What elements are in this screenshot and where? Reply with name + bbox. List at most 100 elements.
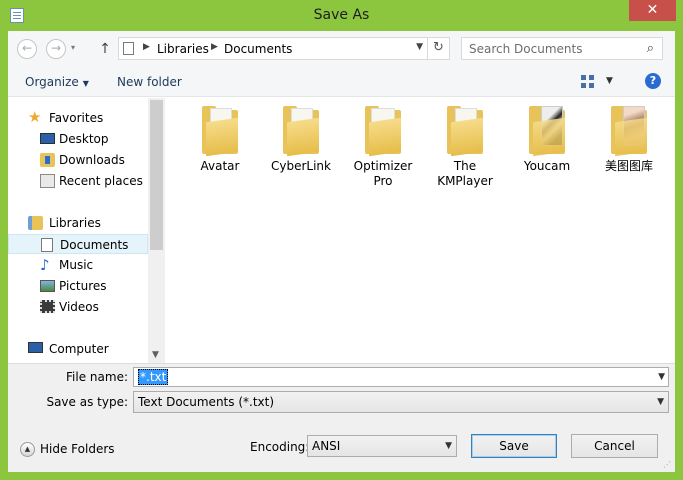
navigation-pane: ★ Favorites Desktop Downloads Recent pla…	[8, 98, 165, 363]
file-name-input[interactable]: *.txt ▼	[133, 367, 669, 387]
hide-folders-icon[interactable]: ▲	[20, 442, 35, 457]
breadcrumb-documents[interactable]: Documents	[224, 42, 292, 56]
chevron-down-icon: ▼	[657, 397, 664, 407]
star-icon: ★	[28, 108, 42, 126]
search-input[interactable]: Search Documents ⌕	[461, 37, 663, 60]
nav-item-label: Favorites	[49, 111, 104, 125]
folder-item-meitu-gallery[interactable]: 美图图库	[591, 98, 667, 193]
folder-name: The KMPlayer	[437, 159, 493, 188]
folder-name: Optimizer Pro	[353, 159, 413, 188]
address-bar[interactable]: ▶ Libraries ▶ Documents ▼ ↻	[118, 37, 450, 60]
nav-item-label: Desktop	[59, 132, 109, 146]
nav-item-label: Videos	[59, 300, 99, 314]
resize-grip-icon[interactable]: ⋰	[663, 460, 673, 470]
desktop-icon	[40, 133, 55, 144]
breadcrumb-separator-icon[interactable]: ▶	[211, 42, 218, 52]
nav-item-documents[interactable]: Documents	[8, 234, 148, 254]
folder-item-avatar[interactable]: Avatar	[182, 98, 258, 193]
nav-item-label: Computer	[49, 342, 109, 356]
nav-scrollbar-thumb[interactable]	[150, 100, 163, 250]
breadcrumb-libraries[interactable]: Libraries	[157, 42, 209, 56]
folder-name: Youcam	[523, 159, 571, 173]
nav-item-downloads[interactable]: Downloads	[8, 150, 148, 170]
folder-icon	[447, 106, 483, 157]
documents-icon	[41, 238, 53, 252]
change-view-icon[interactable]	[581, 75, 595, 89]
encoding-label: Encoding:	[250, 440, 310, 454]
folder-icon	[365, 106, 401, 157]
folder-item-the-kmplayer[interactable]: The KMPlayer	[427, 98, 503, 193]
folder-icon	[202, 106, 238, 157]
folder-name: 美图图库	[604, 159, 653, 173]
chevron-down-icon: ▼	[445, 441, 452, 451]
organize-label: Organize	[25, 75, 79, 89]
nav-item-recent-places[interactable]: Recent places	[8, 171, 148, 191]
save-button[interactable]: Save	[471, 434, 557, 458]
title-bar[interactable]: Save As ✕	[0, 0, 683, 31]
save-options-panel: File name: *.txt ▼ Save as type: Text Do…	[8, 363, 675, 472]
nav-item-desktop[interactable]: Desktop	[8, 129, 148, 149]
up-button[interactable]: ↑	[98, 39, 112, 59]
search-placeholder: Search Documents	[469, 42, 583, 56]
file-name-value[interactable]: *.txt	[138, 369, 169, 385]
search-icon[interactable]: ⌕	[647, 41, 654, 56]
dialog-title: Save As	[313, 7, 370, 23]
folder-item-optimizer-pro[interactable]: Optimizer Pro	[345, 98, 421, 193]
nav-item-libraries[interactable]: Libraries	[8, 213, 148, 233]
nav-item-label: Libraries	[49, 216, 101, 230]
chevron-down-icon[interactable]: ▼	[658, 372, 665, 382]
save-as-dialog: Save As ✕ ← → ▾ ↑ ▶ Libraries ▶ Document…	[0, 0, 683, 480]
nav-item-computer[interactable]: Computer	[8, 339, 148, 359]
recent-places-icon	[40, 174, 55, 188]
forward-button[interactable]: →	[46, 39, 66, 59]
nav-item-label: Music	[59, 258, 94, 272]
save-as-type-select[interactable]: Text Documents (*.txt) ▼	[133, 391, 669, 413]
toolbar: Organize ▼ New folder ▼ ?	[8, 67, 675, 97]
nav-item-favorites[interactable]: ★ Favorites	[8, 108, 148, 128]
recent-dropdown-icon[interactable]: ▾	[71, 43, 75, 52]
view-options-dropdown[interactable]: ▼	[606, 76, 613, 86]
address-row: ← → ▾ ↑ ▶ Libraries ▶ Documents ▼ ↻ Sear…	[8, 31, 675, 67]
chevron-down-icon[interactable]: ▼	[416, 42, 423, 52]
nav-item-videos[interactable]: Videos	[8, 297, 148, 317]
encoding-select[interactable]: ANSI ▼	[307, 435, 457, 457]
back-button[interactable]: ←	[17, 39, 37, 59]
close-button[interactable]: ✕	[629, 0, 676, 21]
folder-name: CyberLink	[271, 159, 331, 173]
dialog-client: ← → ▾ ↑ ▶ Libraries ▶ Documents ▼ ↻ Sear…	[8, 31, 675, 472]
organize-button[interactable]: Organize ▼	[25, 75, 89, 89]
computer-icon	[28, 342, 43, 353]
nav-item-music[interactable]: ♪ Music	[8, 255, 148, 275]
nav-item-label: Pictures	[59, 279, 107, 293]
scroll-down-icon[interactable]: ▼	[152, 350, 159, 360]
nav-item-label: Recent places	[59, 174, 143, 188]
folder-item-youcam[interactable]: Youcam	[509, 98, 585, 193]
documents-icon	[123, 42, 134, 55]
folder-icon	[611, 106, 647, 157]
hide-folders-button[interactable]: Hide Folders	[40, 442, 115, 456]
help-icon[interactable]: ?	[645, 73, 661, 89]
cancel-button[interactable]: Cancel	[571, 434, 658, 458]
folder-name: Avatar	[200, 159, 240, 173]
save-as-type-value: Text Documents (*.txt)	[138, 395, 275, 409]
libraries-icon	[28, 216, 43, 230]
breadcrumb-separator-icon[interactable]: ▶	[143, 42, 150, 52]
videos-icon	[40, 300, 55, 313]
nav-item-pictures[interactable]: Pictures	[8, 276, 148, 296]
refresh-button[interactable]: ↻	[427, 38, 449, 59]
nav-item-label: Downloads	[59, 153, 125, 167]
folder-item-cyberlink[interactable]: CyberLink	[263, 98, 339, 193]
nav-scrollbar[interactable]: ▼	[148, 98, 165, 363]
file-list: Avatar CyberLink Optimizer Pro The KMPlaye…	[166, 98, 675, 363]
folder-icon	[283, 106, 319, 157]
save-as-type-label: Save as type:	[46, 395, 128, 409]
encoding-value: ANSI	[312, 439, 341, 453]
new-folder-button[interactable]: New folder	[117, 75, 182, 89]
nav-item-label: Documents	[60, 238, 129, 252]
downloads-icon	[40, 153, 55, 167]
music-icon: ♪	[40, 256, 50, 274]
folder-icon	[529, 106, 565, 157]
pictures-icon	[40, 280, 55, 292]
file-name-label: File name:	[66, 370, 128, 384]
chevron-down-icon: ▼	[82, 79, 89, 88]
